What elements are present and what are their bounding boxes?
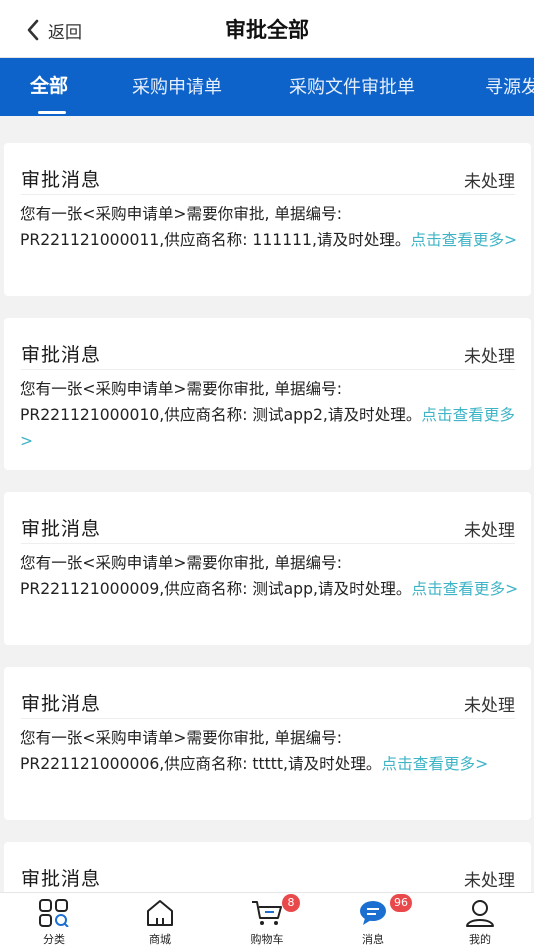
message-text-line: 您有一张<采购申请单>需要你审批, 单据编号:: [20, 205, 342, 223]
message-text-detail: PR221121000009,供应商名称: 测试app,请及时处理。: [20, 580, 412, 598]
message-title: 审批消息: [21, 344, 102, 366]
message-body: 您有一张<采购申请单>需要你审批, 单据编号: PR221121000006,供…: [20, 725, 526, 777]
message-status: 未处理: [464, 871, 515, 891]
divider: [21, 543, 515, 544]
message-card[interactable]: 审批消息 未处理 您有一张<采购申请单>需要你审批, 单据编号: PR22112…: [4, 318, 531, 470]
header-bar: 返回 审批全部: [0, 0, 534, 58]
active-tab-indicator: [38, 111, 66, 114]
view-more-link[interactable]: 点击查看更多>: [410, 231, 517, 249]
message-text-detail: PR221121000010,供应商名称: 测试app2,请及时处理。: [20, 406, 422, 424]
tab-purchase-request[interactable]: 采购申请单: [132, 73, 222, 99]
message-status: 未处理: [464, 521, 515, 541]
nav-message[interactable]: 96 消息: [338, 894, 412, 947]
tab-sourcing[interactable]: 寻源发: [485, 73, 534, 99]
tab-all[interactable]: 全部: [30, 71, 68, 98]
message-text-detail: PR221121000011,供应商名称: 111111,请及时处理。: [20, 231, 411, 249]
message-icon: [360, 901, 386, 925]
cart-icon: [252, 901, 282, 925]
tab-bar: 全部 采购申请单 采购文件审批单 寻源发: [0, 58, 534, 116]
nav-mine[interactable]: 我的: [445, 899, 515, 947]
message-card[interactable]: 审批消息 未处理 您有一张<采购申请单>需要你审批, 单据编号: PR22112…: [4, 143, 531, 296]
message-status: 未处理: [464, 347, 515, 367]
message-body: 您有一张<采购申请单>需要你审批, 单据编号: PR221121000011,供…: [20, 201, 526, 253]
message-text-line: 您有一张<采购申请单>需要你审批, 单据编号:: [20, 380, 342, 398]
message-card[interactable]: 审批消息 未处理 您有一张<采购申请单>需要你审批, 单据编号: PR22112…: [4, 492, 531, 645]
view-more-link[interactable]: 点击查看更多>: [382, 755, 489, 773]
view-more-link[interactable]: 点击查看更多>: [412, 580, 519, 598]
nav-label: 商城: [149, 933, 171, 946]
grid-icon: [39, 899, 69, 927]
home-icon: [147, 900, 173, 926]
nav-mall[interactable]: 商城: [125, 899, 195, 947]
message-title: 审批消息: [21, 693, 102, 715]
nav-label: 购物车: [250, 933, 284, 946]
nav-cart[interactable]: 8 购物车: [232, 894, 302, 947]
nav-label: 分类: [43, 933, 65, 946]
message-status: 未处理: [464, 696, 515, 716]
message-text-line: 您有一张<采购申请单>需要你审批, 单据编号:: [20, 729, 342, 747]
page-title: 审批全部: [225, 18, 309, 42]
bottom-nav: 分类 商城 8 购物车 96 消息 我的: [0, 892, 534, 950]
message-body: 您有一张<采购申请单>需要你审批, 单据编号: PR221121000009,供…: [20, 550, 526, 602]
divider: [21, 194, 515, 195]
message-title: 审批消息: [21, 868, 102, 890]
user-icon: [466, 900, 494, 927]
nav-label: 我的: [469, 933, 491, 946]
nav-category[interactable]: 分类: [19, 899, 89, 947]
message-title: 审批消息: [21, 518, 102, 540]
message-text-line: 您有一张<采购申请单>需要你审批, 单据编号:: [20, 554, 342, 572]
message-card[interactable]: 审批消息 未处理 您有一张<采购申请单>需要你审批, 单据编号: PR22112…: [4, 667, 531, 820]
message-badge: 96: [390, 894, 412, 912]
cart-badge: 8: [282, 894, 300, 912]
message-status: 未处理: [464, 172, 515, 192]
message-title: 审批消息: [21, 169, 102, 191]
tab-purchase-document-approval[interactable]: 采购文件审批单: [289, 73, 415, 99]
nav-label: 消息: [362, 933, 384, 946]
divider: [21, 718, 515, 719]
divider: [21, 369, 515, 370]
message-text-detail: PR221121000006,供应商名称: ttttt,请及时处理。: [20, 755, 382, 773]
message-body: 您有一张<采购申请单>需要你审批, 单据编号: PR221121000010,供…: [20, 376, 526, 454]
